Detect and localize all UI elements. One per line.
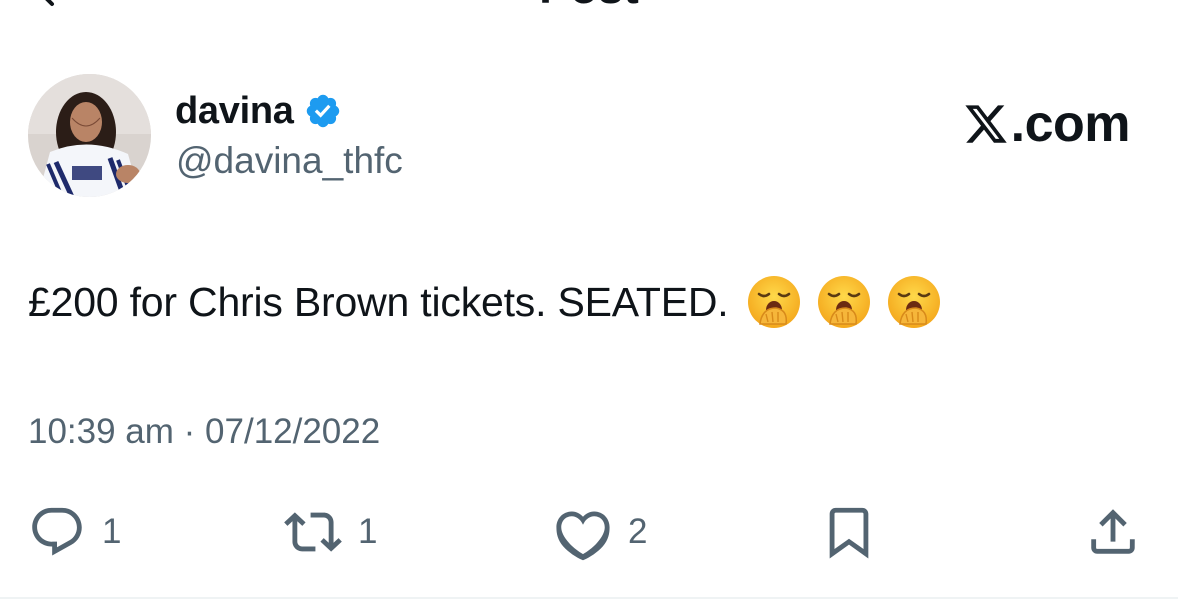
author-handle[interactable]: @davina_thfc [176,140,403,182]
bookmark-icon [829,507,869,559]
yawning-face-emoji-icon [818,276,871,328]
author-display-name[interactable]: davina [175,90,294,133]
post-body: £200 for Chris Brown tickets. SEATED. [28,274,942,330]
yawning-face-emoji-icon [748,276,801,328]
x-com-watermark: .com [963,95,1131,153]
x-logo-icon [965,105,1007,143]
post-action-bar: 1 1 2 [0,500,1178,564]
repost-icon [284,512,342,552]
repost-count: 1 [358,512,378,551]
yawning-face-emoji-icon [888,276,941,328]
bookmark-button[interactable] [820,500,878,564]
reply-button[interactable]: 1 [28,500,121,564]
watermark-text: .com [1010,95,1131,153]
post-text: £200 for Chris Brown tickets. SEATED. [28,278,729,325]
avatar-photo [28,74,151,197]
share-button[interactable] [1084,500,1142,564]
author-name-row[interactable]: davina [175,88,342,134]
avatar[interactable] [28,74,151,197]
repost-button[interactable]: 1 [284,500,377,564]
heart-icon [556,511,610,561]
like-button[interactable]: 2 [554,500,647,564]
reply-count: 1 [102,512,122,551]
top-navigation-bar: Post [0,0,1178,14]
post-timestamp[interactable]: 10:39 am · 07/12/2022 [28,412,380,452]
reply-icon [32,507,82,556]
verified-badge-icon [306,94,339,128]
page-title: Post [0,0,1178,10]
share-icon [1091,509,1135,554]
like-count: 2 [628,512,648,551]
